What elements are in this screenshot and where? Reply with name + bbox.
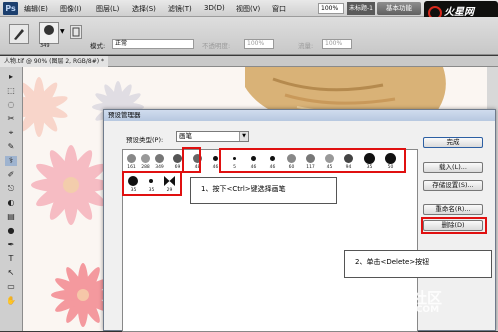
- shape-tool-icon[interactable]: ▭: [5, 282, 17, 292]
- menu-filter[interactable]: 滤镜(T): [168, 4, 192, 14]
- document-label[interactable]: 未标题-1: [347, 2, 375, 15]
- menu-view[interactable]: 视图(V): [236, 4, 260, 14]
- eraser-tool-icon[interactable]: ◐: [5, 198, 17, 208]
- flower-pink-large: [31, 145, 111, 225]
- brush-tool-icon: [14, 29, 24, 40]
- brush-sample: [155, 154, 164, 163]
- flow-field[interactable]: 100%: [322, 39, 352, 49]
- chevron-down-icon[interactable]: ▼: [239, 132, 248, 141]
- dialog-title: 预设管理器: [104, 110, 495, 121]
- brush-size-label: 349: [155, 165, 164, 170]
- toolbox: ▸ ⬚ ◌ ✂ ⌖ ✎ ⚕ ✐ ⎋ ◐ ▤ ● ✒ T ↖ ▭ ✋: [0, 67, 23, 331]
- pen-tool-icon[interactable]: ✒: [5, 240, 17, 250]
- watermark-logo-icon: [358, 287, 382, 310]
- preset-type-value: 画笔: [179, 132, 192, 140]
- brush-tool-icon[interactable]: ⚕: [5, 156, 17, 166]
- brush-panel-icon: [72, 27, 80, 37]
- preset-type-label: 预设类型(P):: [126, 136, 164, 144]
- healing-tool-icon[interactable]: ✎: [5, 142, 17, 152]
- brush-sample: [141, 154, 150, 163]
- zoom-field[interactable]: 100%: [318, 3, 344, 14]
- delete-button[interactable]: 删除(D): [423, 220, 483, 231]
- brush-sample: [213, 156, 218, 161]
- menu-window[interactable]: 窗口: [272, 4, 286, 14]
- eyedropper-tool-icon[interactable]: ⌖: [5, 128, 17, 138]
- mode-label: 模式:: [90, 42, 106, 50]
- move-tool-icon[interactable]: ▸: [5, 72, 17, 82]
- crop-tool-icon[interactable]: ✂: [5, 114, 17, 124]
- mode-select[interactable]: 正常: [112, 39, 194, 49]
- rename-button[interactable]: 重命名(R)...: [423, 204, 483, 215]
- path-select-tool-icon[interactable]: ↖: [5, 268, 17, 278]
- brush-tip-icon: [44, 25, 54, 35]
- brush-size-label: 288: [141, 165, 150, 170]
- brush-sample: [173, 154, 182, 163]
- menu-layer[interactable]: 图层(L): [96, 4, 119, 14]
- lasso-tool-icon[interactable]: ◌: [5, 100, 17, 110]
- stamp-tool-icon[interactable]: ✐: [5, 170, 17, 180]
- chevron-down-icon[interactable]: ▼: [60, 28, 65, 35]
- blur-tool-icon[interactable]: ●: [5, 226, 17, 236]
- photoshop-logo: Ps: [3, 2, 18, 15]
- menu-edit[interactable]: 编辑(E): [24, 4, 48, 14]
- done-button[interactable]: 完成: [423, 137, 483, 148]
- opacity-field[interactable]: 100%: [244, 39, 274, 49]
- brush-size-value: 349: [40, 43, 50, 49]
- callout-step2: 2、单击<Delete>按钮: [344, 250, 492, 278]
- menu-select[interactable]: 选择(S): [132, 4, 156, 14]
- save-settings-button[interactable]: 存储设置(S)...: [423, 180, 483, 191]
- brush-sample: [127, 154, 136, 163]
- preset-type-select[interactable]: 画笔 ▼: [176, 131, 249, 142]
- gradient-tool-icon[interactable]: ▤: [5, 212, 17, 222]
- brush-panel-toggle[interactable]: [70, 25, 82, 39]
- brush-picker[interactable]: [39, 22, 59, 44]
- flower-peach: [23, 77, 68, 137]
- history-brush-tool-icon[interactable]: ⎋: [5, 184, 17, 194]
- callout-step1: 1、按下<Ctrl>键选择画笔: [190, 177, 337, 204]
- brush-size-label: 161: [127, 165, 136, 170]
- document-tab-bar: 人物.tif @ 90% (图层 2, RGB/8#) *: [0, 56, 498, 67]
- watermark-url: ZF3D.COM: [386, 305, 440, 315]
- workspace-essentials-button[interactable]: 基本功能: [377, 2, 421, 15]
- menu-3d[interactable]: 3D(D): [204, 4, 225, 12]
- hand-tool-icon[interactable]: ✋: [5, 296, 17, 306]
- marquee-tool-icon[interactable]: ⬚: [5, 86, 17, 96]
- opacity-label: 不透明度:: [202, 42, 231, 50]
- highlight-box: [122, 171, 182, 196]
- options-bar: 349 ▼ 模式: 正常 不透明度: 100% 流量: 100%: [0, 17, 498, 55]
- document-tab[interactable]: 人物.tif @ 90% (图层 2, RGB/8#) *: [0, 56, 109, 67]
- menu-image[interactable]: 图像(I): [60, 4, 82, 14]
- tool-preset-picker[interactable]: [9, 24, 29, 44]
- flow-label: 流量:: [298, 42, 314, 50]
- load-button[interactable]: 载入(L)...: [423, 162, 483, 173]
- highlight-box: [219, 148, 406, 173]
- type-tool-icon[interactable]: T: [5, 254, 17, 264]
- highlight-box: [182, 147, 201, 173]
